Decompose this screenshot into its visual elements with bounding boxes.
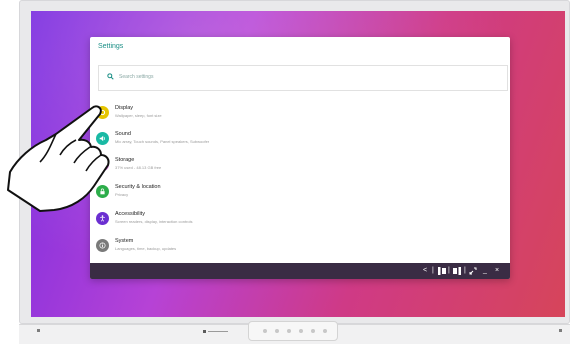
accessibility-icon	[96, 212, 109, 225]
window-taskbar: < | | | _ ×	[90, 263, 510, 279]
search-icon	[107, 73, 114, 80]
settings-window: Settings Search settings Display Wallpap…	[90, 37, 510, 279]
settings-item-title: Storage	[115, 157, 135, 163]
front-button[interactable]	[287, 329, 291, 333]
page-title: Settings	[98, 43, 124, 50]
front-button[interactable]	[275, 329, 279, 333]
expand-icon[interactable]	[469, 267, 477, 275]
settings-item-subtitle: 37% used - 48.13 GB free	[115, 165, 162, 170]
minimize-button[interactable]: _	[483, 267, 487, 275]
settings-item-title: Display	[115, 105, 134, 111]
settings-item-subtitle: Privacy	[115, 192, 129, 197]
info-icon	[96, 239, 109, 252]
settings-item-title: Security & location	[115, 184, 161, 190]
split-screen-icon[interactable]	[438, 267, 447, 275]
settings-item-sound[interactable]: Sound Mic array, Touch sounds, Panel spe…	[90, 127, 510, 153]
front-button[interactable]	[311, 329, 315, 333]
sensor-dot	[37, 329, 40, 332]
settings-item-title: Sound	[115, 131, 131, 137]
settings-item-security[interactable]: Security & location Privacy	[90, 180, 510, 206]
front-button[interactable]	[323, 329, 327, 333]
settings-item-subtitle: Mic array, Touch sounds, Panel speakers,…	[115, 139, 210, 144]
sensor-dot	[559, 329, 562, 332]
taskbar-divider: |	[448, 267, 450, 274]
settings-item-system[interactable]: System Languages, time, backup, updates	[90, 234, 510, 260]
back-button[interactable]: <	[423, 267, 427, 275]
settings-item-subtitle: Wallpaper, sleep, font size	[115, 113, 162, 118]
settings-item-accessibility[interactable]: Accessibility Screen readers, display, i…	[90, 207, 510, 233]
taskbar-divider: |	[464, 267, 466, 274]
front-button[interactable]	[299, 329, 303, 333]
settings-item-display[interactable]: Display Wallpaper, sleep, font size	[90, 101, 510, 127]
search-input[interactable]: Search settings	[98, 65, 508, 91]
close-button[interactable]: ×	[495, 267, 499, 275]
settings-item-title: Accessibility	[115, 211, 145, 217]
pointing-hand-icon	[7, 105, 110, 212]
settings-item-subtitle: Languages, time, backup, updates	[115, 246, 177, 251]
search-placeholder: Search settings	[119, 74, 154, 80]
taskbar-divider: |	[432, 267, 434, 274]
settings-item-storage[interactable]: Storage 37% used - 48.13 GB free	[90, 153, 510, 179]
window-layout-icon[interactable]	[453, 267, 462, 275]
settings-item-title: System	[115, 238, 134, 244]
settings-item-subtitle: Screen readers, display, interaction con…	[115, 219, 193, 224]
front-panel	[248, 321, 338, 341]
front-button[interactable]	[263, 329, 267, 333]
brand-logo	[203, 330, 228, 333]
